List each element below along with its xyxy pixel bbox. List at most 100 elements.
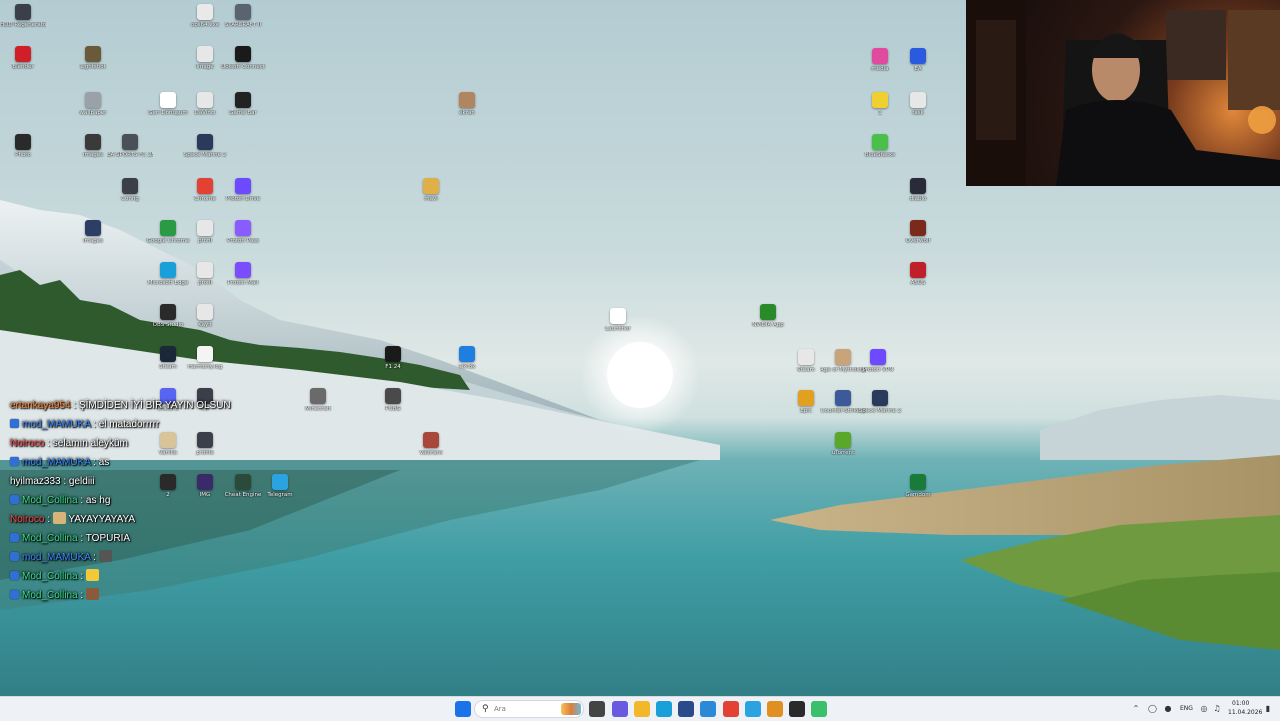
desktop-icon-label: Photo [15, 152, 31, 158]
chat-emote-icon [85, 569, 99, 581]
desktop-icon[interactable]: PUBG [370, 388, 416, 428]
desktop-icon-label: Game Bar [229, 110, 257, 116]
app-icon [160, 346, 176, 362]
game-button[interactable] [811, 701, 827, 717]
notification-icon[interactable]: ▮ [1264, 704, 1272, 713]
edge-button[interactable] [656, 701, 672, 717]
desktop-icon-label: Lightshot [80, 64, 106, 70]
app-icon [385, 346, 401, 362]
file-explorer-button[interactable] [634, 701, 650, 717]
desktop-icon-label: Launcher [605, 326, 631, 332]
app-icon [459, 92, 475, 108]
desktop-icon[interactable]: Proton Pass [220, 220, 266, 260]
desktop-icon-label: images [83, 238, 103, 244]
desktop-icon[interactable]: wallpaper [70, 92, 116, 132]
chat-text: : geldiii [60, 476, 95, 487]
volume-icon[interactable]: ♫ [1213, 704, 1221, 713]
desktop-icon[interactable]: Kayıt [182, 304, 228, 344]
chat-message: Mod_Collina : [10, 567, 310, 586]
desktop-icon[interactable]: Proton VPN [855, 349, 901, 389]
desktop-icon-label: EA [914, 66, 922, 72]
chat-text: : [77, 590, 86, 601]
desktop-icon[interactable]: EA SPORTS FC 25 [107, 134, 153, 174]
app-icon [310, 388, 326, 404]
wifi-icon[interactable]: ◎ [1200, 704, 1208, 713]
desktop-icon[interactable]: F1 24 [370, 346, 416, 386]
clock-date[interactable]: 11.04.2026 [1228, 709, 1262, 716]
taskbar: ⚲ ⌃ ◯ ● ENG ◎ ♫ 01:00 11.04.2026 ▮ [0, 696, 1280, 721]
desktop-icon[interactable]: Proton Drive [220, 178, 266, 218]
app-icon [197, 262, 213, 278]
desktop-icon[interactable]: Proton Mail [220, 262, 266, 302]
moderator-badge-icon [10, 495, 19, 504]
chat-message: Noiroco : selamın aleyküm [10, 434, 310, 453]
desktop-icon[interactable]: uTorrent [820, 432, 866, 472]
desktop-icon[interactable]: ekran [444, 92, 490, 132]
clock-time[interactable]: 01:00 [1232, 700, 1249, 707]
chat-text: YAYAYYAYAYA [65, 514, 136, 525]
desktop-icon[interactable]: Config [107, 178, 153, 218]
language-indicator[interactable]: ENG [1180, 705, 1193, 712]
app-icon [15, 134, 31, 150]
app-icon [160, 220, 176, 236]
network-tray-icon[interactable]: ◯ [1148, 704, 1157, 713]
desktop-icon-label: Gamdom [905, 492, 931, 498]
start-button[interactable] [455, 701, 471, 717]
desktop-icon[interactable]: HDD Regenerator / Utility Pro [0, 4, 46, 44]
desktop-icon[interactable]: Blender [0, 46, 46, 86]
chat-emote-icon [85, 588, 99, 600]
app-icon [235, 4, 251, 20]
microphone-icon[interactable]: ● [1164, 704, 1172, 713]
desktop-icon[interactable]: NVIDIA App [745, 304, 791, 344]
copilot-button[interactable] [612, 701, 628, 717]
desktop-icon[interactable]: mavi [408, 178, 454, 218]
desktop-icon[interactable]: Game Bar [220, 92, 266, 132]
search-input[interactable] [494, 703, 554, 715]
store-button[interactable] [678, 701, 694, 717]
desktop-icon[interactable]: EA [895, 48, 941, 88]
desktop-icon[interactable]: BlueStacks [857, 134, 903, 174]
app-icon [910, 220, 926, 236]
moderator-badge-icon [10, 419, 19, 428]
desktop-icon[interactable]: Launcher [595, 308, 641, 348]
desktop-icon[interactable]: Harmony.log [182, 346, 228, 386]
chrome-button[interactable] [723, 701, 739, 717]
telegram-button[interactable] [745, 701, 761, 717]
chat-text: : el matadorrrrr [90, 419, 160, 430]
app-icon [197, 346, 213, 362]
desktop-icon[interactable]: Gamdom [895, 474, 941, 514]
app-icon [910, 474, 926, 490]
chat-text: : selamın aleyküm [44, 438, 128, 449]
chat-text: : as [90, 457, 110, 468]
chat-message: hyilmaz333 : geldiii [10, 472, 310, 491]
app-icon [872, 48, 888, 64]
search-highlight-image [561, 703, 581, 715]
desktop-icon[interactable]: Space Marine 2 [182, 134, 228, 174]
desktop-icon[interactable]: ASUS [895, 262, 941, 302]
desktop-icon-label: F1 24 [385, 364, 401, 370]
desktop-icon[interactable]: Photo [0, 134, 46, 174]
winamp-button[interactable] [767, 701, 783, 717]
desktop-icon[interactable]: diablo [895, 178, 941, 218]
task-view-button[interactable] [589, 701, 605, 717]
app-icon [197, 220, 213, 236]
obs-button[interactable] [789, 701, 805, 717]
taskbar-search-box[interactable]: ⚲ [474, 700, 584, 718]
desktop-icon[interactable]: images [70, 220, 116, 260]
chevron-up-icon[interactable]: ⌃ [1132, 704, 1140, 713]
desktop-icon-label: Proton VPN [862, 367, 894, 373]
chat-username: Mod_Collina [22, 533, 78, 544]
desktop-icon-label: Overwolf [905, 238, 931, 244]
desktop-icon[interactable]: TikTok [444, 346, 490, 386]
desktop-icon[interactable]: Space Marine 2 [857, 390, 903, 430]
desktop-icon[interactable]: Valorant [408, 432, 454, 472]
desktop-icon[interactable]: STARCRAFT II [220, 4, 266, 44]
desktop-icon[interactable]: Lightshot [70, 46, 116, 86]
desktop-icon[interactable]: Overwolf [895, 220, 941, 260]
desktop-icon[interactable]: Ubisoft Connect [220, 46, 266, 86]
vscode-button[interactable] [700, 701, 716, 717]
desktop-icon[interactable]: task [895, 92, 941, 132]
app-icon [910, 92, 926, 108]
app-icon [235, 46, 251, 62]
desktop-icon-label: uTorrent [831, 450, 855, 456]
